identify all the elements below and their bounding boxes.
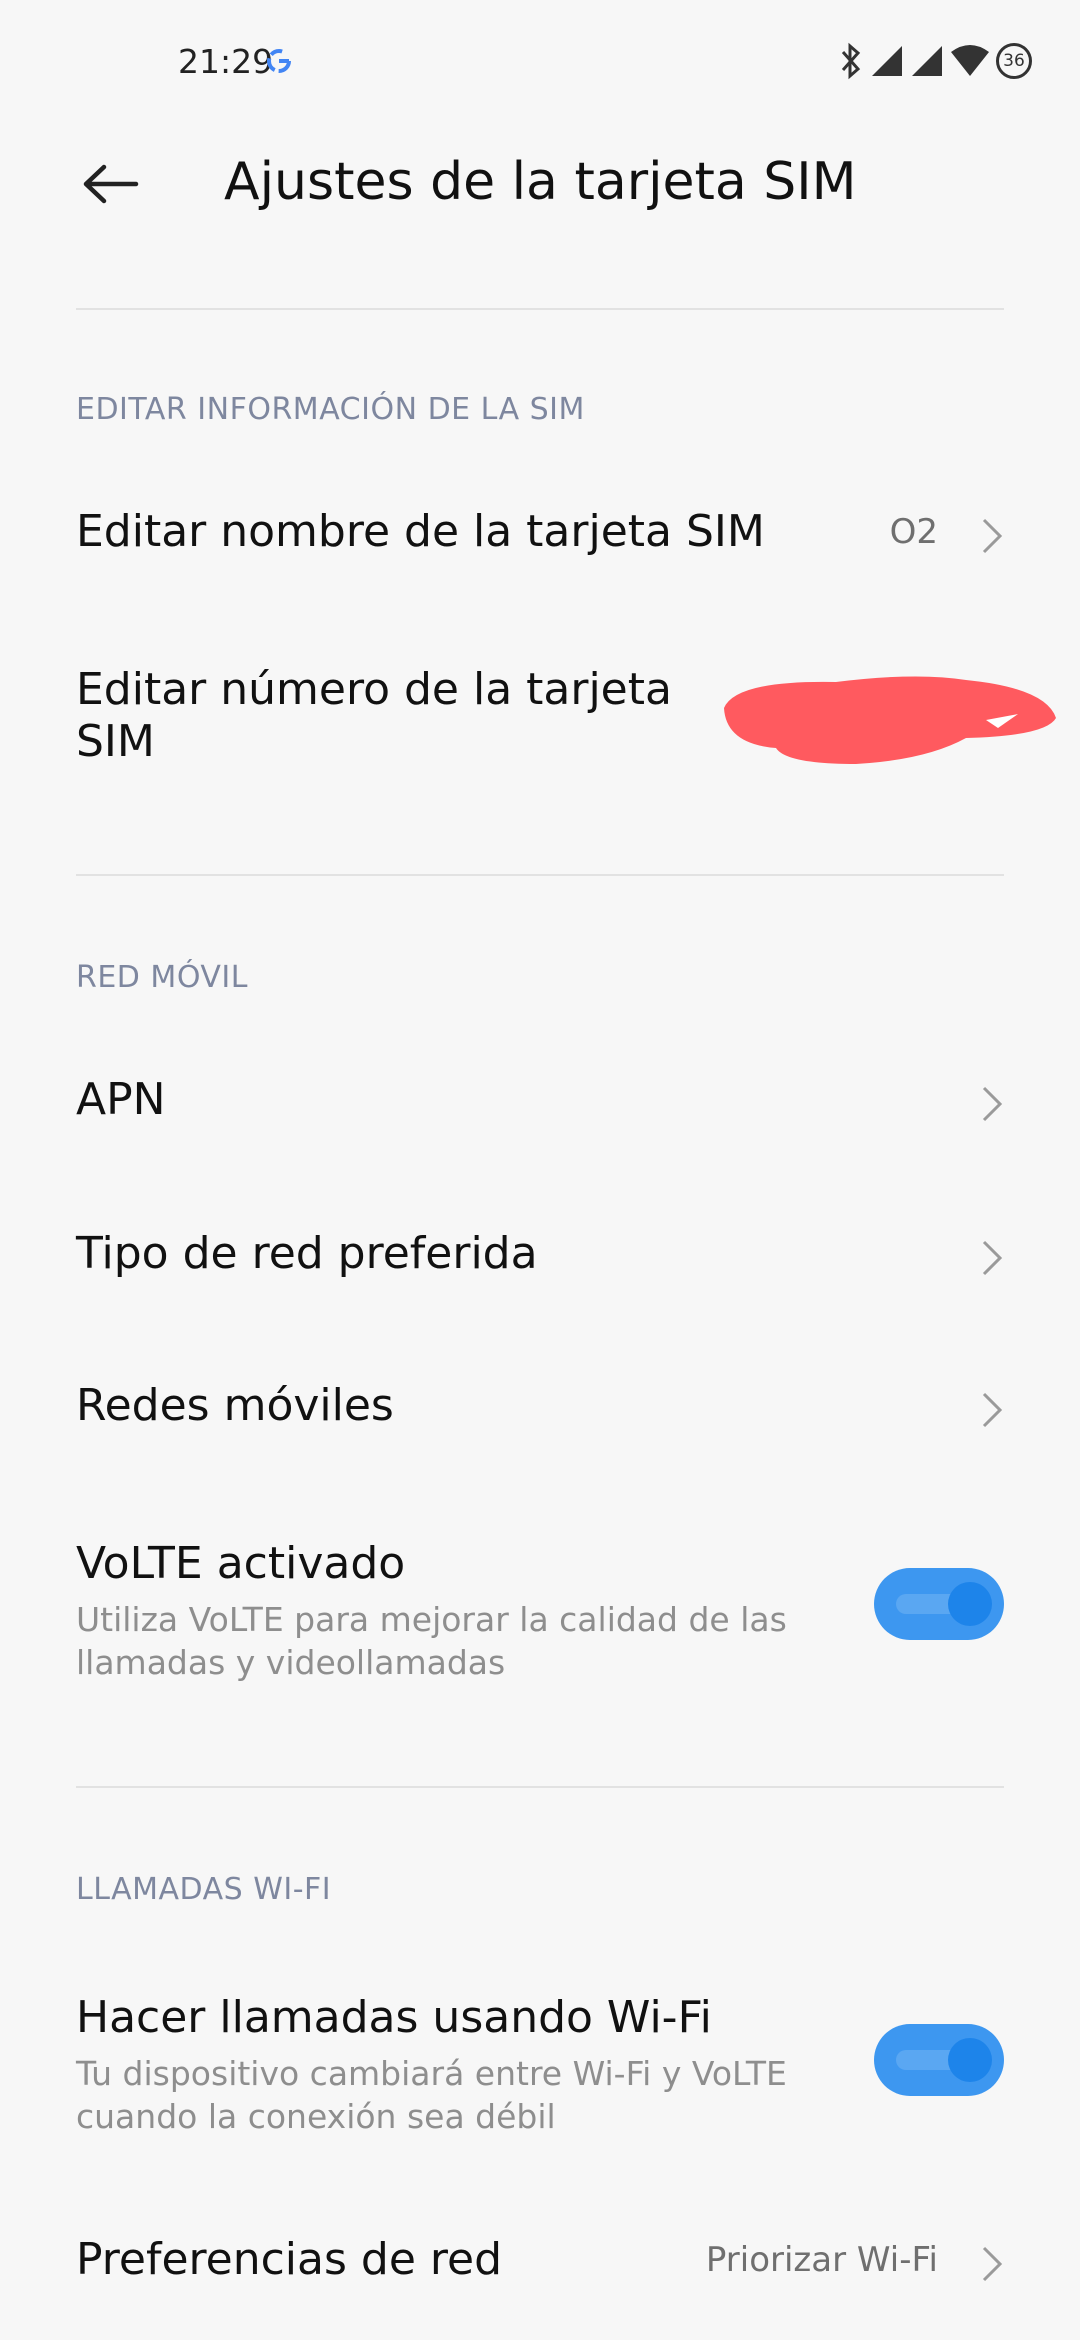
apn-item[interactable]: APN	[0, 1040, 1080, 1164]
arrow-left-icon	[83, 164, 139, 204]
volte-label: VoLTE activado	[76, 1538, 406, 1589]
preferred-network-type-label: Tipo de red preferida	[76, 1228, 538, 1279]
network-preferences-label: Preferencias de red	[76, 2234, 502, 2285]
edit-sim-name-item[interactable]: Editar nombre de la tarjeta SIM O2	[0, 470, 1080, 600]
mobile-networks-label: Redes móviles	[76, 1380, 394, 1431]
volte-description: Utiliza VoLTE para mejorar la calidad de…	[76, 1600, 787, 1682]
wifi-calling-label: Hacer llamadas usando Wi-Fi	[76, 1992, 712, 2043]
edit-sim-number-label-2: SIM	[76, 716, 155, 767]
battery-icon: 36	[996, 43, 1032, 79]
google-icon	[267, 49, 291, 73]
chevron-right-icon	[982, 1086, 1003, 1122]
status-bar: 21:29 36	[0, 0, 1080, 120]
section-header-sim-info: EDITAR INFORMACIÓN DE LA SIM	[76, 392, 585, 427]
app-bar: Ajustes de la tarjeta SIM	[0, 120, 1080, 290]
section-header-mobile-network: RED MÓVIL	[76, 960, 248, 995]
section-header-wifi-calling: LLAMADAS WI-FI	[76, 1872, 332, 1907]
network-preferences-item[interactable]: Preferencias de red Priorizar Wi-Fi	[0, 2200, 1080, 2324]
wifi-calling-toggle[interactable]	[874, 2024, 1004, 2096]
wifi-calling-item[interactable]: Hacer llamadas usando Wi-Fi Tu dispositi…	[0, 1964, 1080, 2164]
wifi-calling-description: Tu dispositivo cambiará entre Wi-Fi y Vo…	[76, 2054, 787, 2136]
bluetooth-icon	[841, 42, 861, 80]
toggle-knob	[948, 2038, 992, 2082]
chevron-right-icon	[982, 1240, 1003, 1276]
chevron-right-icon	[982, 1392, 1003, 1428]
preferred-network-type-item[interactable]: Tipo de red preferida	[0, 1194, 1080, 1318]
signal-icon	[872, 46, 902, 76]
edit-sim-number-label: Editar número de la tarjeta	[76, 664, 672, 715]
chevron-right-icon	[982, 2246, 1003, 2282]
divider	[76, 1786, 1004, 1788]
network-preferences-value: Priorizar Wi-Fi	[705, 2240, 938, 2280]
signal-icon	[912, 46, 942, 76]
edit-sim-name-label: Editar nombre de la tarjeta SIM	[76, 506, 765, 557]
volte-toggle[interactable]	[874, 1568, 1004, 1640]
back-button[interactable]	[70, 140, 150, 228]
volte-item[interactable]: VoLTE activado Utiliza VoLTE para mejora…	[0, 1508, 1080, 1708]
status-time: 21:29	[178, 42, 274, 81]
page-title: Ajustes de la tarjeta SIM	[224, 152, 857, 212]
chevron-right-icon	[982, 518, 1003, 554]
apn-label: APN	[76, 1074, 166, 1125]
toggle-knob	[948, 1582, 992, 1626]
mobile-networks-item[interactable]: Redes móviles	[0, 1348, 1080, 1472]
divider	[76, 308, 1004, 310]
divider	[76, 874, 1004, 876]
status-icons: 36	[838, 38, 1032, 84]
wifi-icon	[951, 45, 989, 76]
redaction-mark	[724, 676, 1056, 764]
edit-sim-name-value: O2	[889, 512, 938, 552]
